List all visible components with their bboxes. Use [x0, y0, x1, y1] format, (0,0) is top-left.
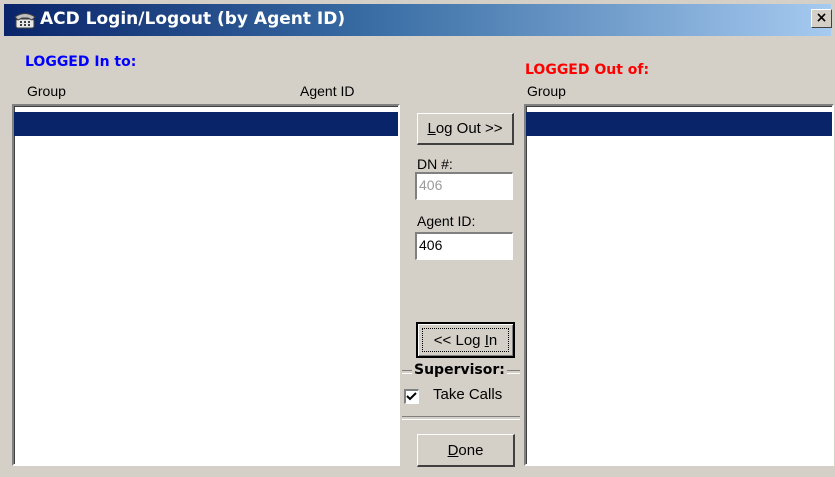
take-calls-label[interactable]: Take Calls [433, 386, 502, 403]
logged-in-heading: LOGGED In to: [25, 54, 137, 70]
list-item-group: 863:863 Shell Test [530, 139, 711, 157]
list-item-group: 862:862 862 [18, 139, 136, 157]
done-label: Done [447, 442, 484, 459]
logged-out-col-group: Group [527, 83, 566, 99]
window-title: ACD Login/Logout (by Agent ID) [40, 9, 346, 29]
title-bar[interactable]: ACD Login/Logout (by Agent ID) [4, 4, 831, 36]
take-calls-checkbox[interactable] [404, 389, 419, 404]
check-icon [406, 392, 417, 401]
logged-out-heading: LOGGED Out of: [525, 62, 650, 78]
logged-in-col-agent-id: Agent ID [300, 83, 355, 99]
logged-out-list[interactable]: 863:863 Shell Test [524, 104, 834, 466]
divider [402, 416, 520, 420]
log-out-label: Log Out >> [427, 120, 503, 137]
agent-id-field[interactable]: 406 [415, 232, 513, 260]
acd-window: ACD Login/Logout (by Agent ID) × LOGGED … [0, 0, 835, 477]
dn-field: 406 [415, 172, 513, 200]
list-item[interactable]: 863:863 Shell Test [526, 112, 832, 157]
log-out-button[interactable]: Log Out >> [417, 113, 514, 145]
agent-id-label: Agent ID: [417, 213, 476, 229]
done-button[interactable]: Done [417, 434, 515, 467]
list-item[interactable]: 862:862 862 406 Y [14, 112, 398, 181]
close-button[interactable]: × [811, 9, 832, 28]
close-icon: × [815, 10, 828, 26]
log-in-label: << Log In [422, 328, 509, 352]
log-in-button[interactable]: << Log In [416, 322, 515, 358]
phone-icon [14, 13, 36, 29]
logged-in-col-group: Group [27, 83, 66, 99]
list-item-agent-id: 406 Y [308, 163, 354, 181]
logged-in-list[interactable]: 862:862 862 406 Y [12, 104, 400, 466]
supervisor-label: Supervisor: [412, 362, 507, 378]
dn-label: DN #: [417, 156, 453, 172]
